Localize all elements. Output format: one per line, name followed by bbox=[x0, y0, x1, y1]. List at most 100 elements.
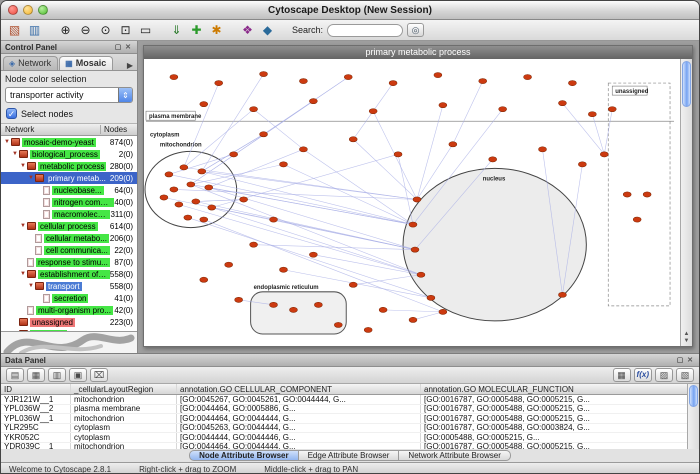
tree-row[interactable]: response to stimu...87(0) bbox=[1, 256, 137, 268]
tree-row[interactable]: secretion41(0) bbox=[1, 292, 137, 304]
network-node[interactable] bbox=[225, 262, 233, 267]
table-row[interactable]: YPL036W__2plasma membrane[GO:0044464, GO… bbox=[1, 405, 687, 415]
network-node[interactable] bbox=[434, 72, 442, 77]
vizmapper-icon[interactable]: ❖ bbox=[239, 22, 256, 39]
node-color-select[interactable]: transporter activity ⇕ bbox=[5, 87, 133, 103]
tree-row[interactable]: ▼transport558(0) bbox=[1, 280, 137, 292]
network-node[interactable] bbox=[200, 217, 208, 222]
network-node[interactable] bbox=[394, 152, 402, 157]
network-node[interactable] bbox=[578, 162, 586, 167]
open-attribute-file-icon[interactable]: ▧ bbox=[676, 368, 694, 382]
network-node[interactable] bbox=[165, 172, 173, 177]
tab-mosaic[interactable]: ▦ Mosaic bbox=[59, 56, 113, 70]
network-node[interactable] bbox=[489, 157, 497, 162]
network-node[interactable] bbox=[309, 99, 317, 104]
tab-network[interactable]: ◈ Network bbox=[3, 56, 58, 70]
network-node[interactable] bbox=[187, 182, 195, 187]
tree-row[interactable]: nitrogen compo...40(0) bbox=[1, 196, 137, 208]
network-node[interactable] bbox=[334, 322, 342, 327]
close-button[interactable] bbox=[8, 5, 18, 15]
tree-expander-icon[interactable]: ▼ bbox=[27, 175, 35, 181]
tree-expander-icon[interactable]: ▼ bbox=[27, 283, 35, 289]
apply-layout-icon[interactable]: ✱ bbox=[208, 22, 225, 39]
network-node[interactable] bbox=[279, 162, 287, 167]
network-node[interactable] bbox=[568, 80, 576, 85]
tree-row[interactable]: nucleobase...64(0) bbox=[1, 184, 137, 196]
save-session-icon[interactable]: ▥ bbox=[26, 22, 43, 39]
search-input[interactable] bbox=[327, 24, 403, 37]
tree-row[interactable]: macromolecule...311(0) bbox=[1, 208, 137, 220]
network-node[interactable] bbox=[314, 302, 322, 307]
tree-row[interactable]: unassigned223(0) bbox=[1, 316, 137, 328]
network-node[interactable] bbox=[198, 169, 206, 174]
network-node[interactable] bbox=[192, 199, 200, 204]
network-node[interactable] bbox=[499, 107, 507, 112]
minimize-button[interactable] bbox=[23, 5, 33, 15]
show-all-icon[interactable]: ▭ bbox=[137, 22, 154, 39]
table-scrollbar-thumb[interactable] bbox=[689, 385, 698, 407]
scrollbar-thumb[interactable] bbox=[682, 61, 691, 107]
network-node[interactable] bbox=[160, 195, 168, 200]
network-canvas[interactable]: plasma membranecytoplasmmitochondrionnuc… bbox=[144, 59, 680, 346]
select-attributes-icon[interactable]: ▤ bbox=[6, 368, 24, 382]
tree-expander-icon[interactable]: ▼ bbox=[3, 139, 11, 145]
network-node[interactable] bbox=[260, 132, 268, 137]
network-node[interactable] bbox=[240, 197, 248, 202]
network-node[interactable] bbox=[449, 142, 457, 147]
network-node[interactable] bbox=[439, 309, 447, 314]
network-node[interactable] bbox=[200, 277, 208, 282]
column-header[interactable]: annotation.GO CELLULAR_COMPONENT bbox=[177, 384, 421, 394]
tree-row[interactable]: ▼mosaic-demo-yeast874(0) bbox=[1, 136, 137, 148]
network-node[interactable] bbox=[608, 107, 616, 112]
network-node[interactable] bbox=[349, 282, 357, 287]
zoom-window-button[interactable] bbox=[38, 5, 48, 15]
network-node[interactable] bbox=[643, 192, 651, 197]
float-data-panel-icon[interactable]: ▢ bbox=[675, 356, 685, 364]
tree-expander-icon[interactable]: ▼ bbox=[19, 271, 27, 277]
function-builder-icon[interactable]: f(x) bbox=[634, 368, 652, 382]
tab-network-attribute-browser[interactable]: Network Attribute Browser bbox=[399, 450, 510, 461]
network-node[interactable] bbox=[364, 327, 372, 332]
tree-expander-icon[interactable]: ▼ bbox=[11, 151, 19, 157]
zoom-in-icon[interactable]: ⊕ bbox=[57, 22, 74, 39]
attribute-matrix-icon[interactable]: ▦ bbox=[613, 368, 631, 382]
network-node[interactable] bbox=[411, 247, 419, 252]
scroll-up-icon[interactable]: ▲ bbox=[681, 331, 692, 338]
import-attributes-icon[interactable]: ▨ bbox=[655, 368, 673, 382]
tree-expander-icon[interactable]: ▼ bbox=[19, 223, 27, 229]
plugins-icon[interactable]: ◆ bbox=[259, 22, 276, 39]
tab-edge-attribute-browser[interactable]: Edge Attribute Browser bbox=[299, 450, 400, 461]
tree-expander-icon[interactable]: ▼ bbox=[19, 163, 27, 169]
network-node[interactable] bbox=[170, 74, 178, 79]
tab-scroll-right-icon[interactable]: ▶ bbox=[125, 61, 135, 70]
network-node[interactable] bbox=[205, 185, 213, 190]
network-node[interactable] bbox=[250, 242, 258, 247]
column-header[interactable]: annotation.GO MOLECULAR_FUNCTION bbox=[421, 384, 687, 394]
network-node[interactable] bbox=[175, 202, 183, 207]
network-node[interactable] bbox=[184, 215, 192, 220]
zoom-fit-icon[interactable]: ⊡ bbox=[117, 22, 134, 39]
network-node[interactable] bbox=[558, 101, 566, 106]
column-header[interactable]: ID bbox=[1, 384, 71, 394]
network-node[interactable] bbox=[250, 107, 258, 112]
new-network-icon[interactable]: ✚ bbox=[188, 22, 205, 39]
table-row[interactable]: YLR295Ccytoplasm[GO:0045263, GO:0044444,… bbox=[1, 424, 687, 434]
network-node[interactable] bbox=[230, 152, 238, 157]
network-node[interactable] bbox=[270, 302, 278, 307]
delete-attribute-icon[interactable]: ⌧ bbox=[90, 368, 108, 382]
create-attribute-icon[interactable]: ▦ bbox=[27, 368, 45, 382]
network-vertical-scrollbar[interactable]: ▲ ▼ bbox=[680, 59, 692, 346]
network-node[interactable] bbox=[439, 103, 447, 108]
network-node[interactable] bbox=[409, 222, 417, 227]
network-node[interactable] bbox=[309, 252, 317, 257]
network-node[interactable] bbox=[413, 197, 421, 202]
select-nodes-checkbox[interactable]: ✓ bbox=[6, 108, 17, 119]
search-button[interactable]: ◎ bbox=[407, 23, 424, 37]
close-panel-icon[interactable]: ✕ bbox=[123, 43, 133, 51]
tree-row[interactable]: multi-organism pro...42(0) bbox=[1, 304, 137, 316]
tab-node-attribute-browser[interactable]: Node Attribute Browser bbox=[189, 450, 299, 461]
zoom-selected-icon[interactable]: ⊙ bbox=[97, 22, 114, 39]
table-row[interactable]: YKR052Ccytoplasm[GO:0044444, GO:0044446,… bbox=[1, 433, 687, 443]
network-node[interactable] bbox=[235, 297, 243, 302]
network-node[interactable] bbox=[369, 109, 377, 114]
